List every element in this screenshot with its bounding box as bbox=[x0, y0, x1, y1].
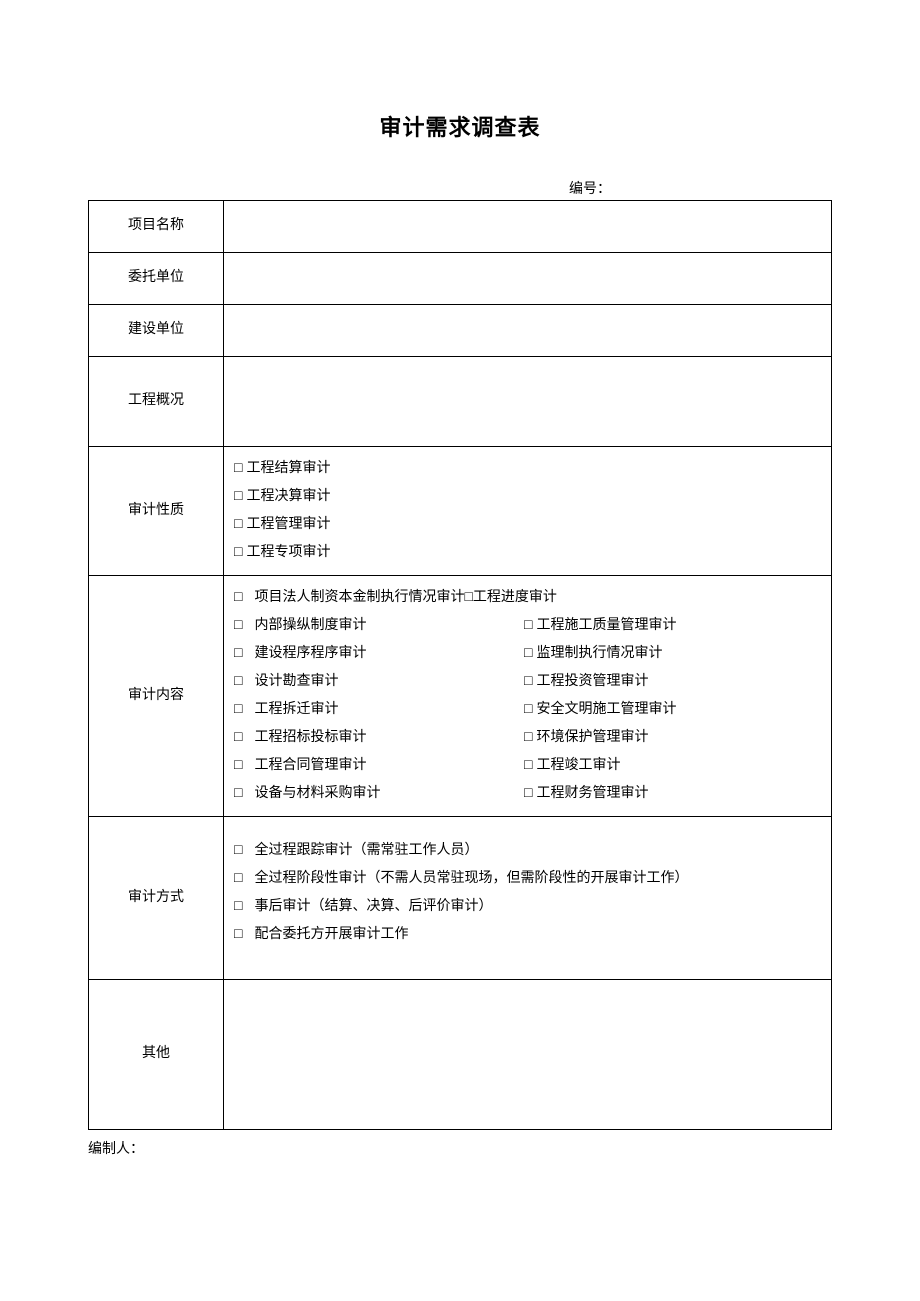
checkbox-icon bbox=[234, 899, 254, 914]
checkbox-icon bbox=[234, 758, 254, 773]
checkbox-label: 环境保护管理审计 bbox=[536, 730, 648, 745]
checkbox-item[interactable]: 设备与材料采购审计 bbox=[234, 780, 524, 808]
checkbox-icon bbox=[234, 702, 254, 717]
checkbox-label: 内部操纵制度审计 bbox=[254, 618, 366, 633]
checkbox-item[interactable]: 工程拆迁审计 bbox=[234, 696, 524, 724]
checkbox-item[interactable]: 全过程阶段性审计（不需人员常驻现场，但需阶段性的开展审计工作） bbox=[234, 865, 821, 893]
checkbox-item[interactable]: 工程招标投标审计 bbox=[234, 724, 524, 752]
checkbox-label: 工程投资管理审计 bbox=[536, 674, 648, 689]
checkbox-icon bbox=[524, 618, 536, 633]
value-project-overview[interactable] bbox=[224, 357, 832, 447]
checkbox-icon bbox=[234, 618, 254, 633]
checkbox-label: 工程竣工审计 bbox=[536, 758, 620, 773]
checkbox-label: 工程结算审计 bbox=[246, 461, 330, 476]
table-row: 建设单位 bbox=[89, 305, 832, 357]
table-row: 审计内容 项目法人制资本金制执行情况审计□工程进度审计 内部操纵制度审计 建设程… bbox=[89, 576, 832, 817]
checkbox-item[interactable]: 内部操纵制度审计 bbox=[234, 612, 524, 640]
footer-compiler: 编制人： bbox=[88, 1138, 832, 1158]
checkbox-icon bbox=[524, 758, 536, 773]
value-construction-unit[interactable] bbox=[224, 305, 832, 357]
checkbox-item[interactable]: 安全文明施工管理审计 bbox=[524, 696, 821, 724]
checkbox-item[interactable]: 工程专项审计 bbox=[234, 539, 821, 567]
label-audit-content: 审计内容 bbox=[89, 576, 224, 817]
value-audit-nature: 工程结算审计 工程决算审计 工程管理审计 工程专项审计 bbox=[224, 447, 832, 576]
checkbox-icon bbox=[234, 730, 254, 745]
checkbox-icon bbox=[234, 545, 246, 560]
value-audit-method: 全过程跟踪审计（需常驻工作人员） 全过程阶段性审计（不需人员常驻现场，但需阶段性… bbox=[224, 817, 832, 980]
value-audit-content: 项目法人制资本金制执行情况审计□工程进度审计 内部操纵制度审计 建设程序程序审计… bbox=[224, 576, 832, 817]
checkbox-icon bbox=[524, 730, 536, 745]
checkbox-item[interactable]: 事后审计（结算、决算、后评价审计） bbox=[234, 893, 821, 921]
checkbox-item[interactable]: 配合委托方开展审计工作 bbox=[234, 921, 821, 949]
checkbox-icon bbox=[234, 590, 254, 605]
checkbox-item[interactable]: 全过程跟踪审计（需常驻工作人员） bbox=[234, 837, 821, 865]
checkbox-item[interactable]: 工程管理审计 bbox=[234, 511, 821, 539]
checkbox-label: 设备与材料采购审计 bbox=[254, 786, 380, 801]
table-row: 审计方式 全过程跟踪审计（需常驻工作人员） 全过程阶段性审计（不需人员常驻现场，… bbox=[89, 817, 832, 980]
checkbox-icon bbox=[524, 674, 536, 689]
checkbox-icon bbox=[234, 871, 254, 886]
label-construction-unit: 建设单位 bbox=[89, 305, 224, 357]
serial-label: 编号： bbox=[88, 178, 832, 198]
label-audit-nature: 审计性质 bbox=[89, 447, 224, 576]
checkbox-icon bbox=[524, 786, 536, 801]
checkbox-label: 监理制执行情况审计 bbox=[536, 646, 662, 661]
checkbox-icon bbox=[234, 786, 254, 801]
checkbox-label: 工程管理审计 bbox=[246, 517, 330, 532]
label-project-overview: 工程概况 bbox=[89, 357, 224, 447]
checkbox-item[interactable]: 项目法人制资本金制执行情况审计□工程进度审计 bbox=[234, 584, 821, 612]
label-project-name: 项目名称 bbox=[89, 201, 224, 253]
checkbox-icon bbox=[234, 843, 254, 858]
checkbox-label: 安全文明施工管理审计 bbox=[536, 702, 676, 717]
checkbox-label: 建设程序程序审计 bbox=[254, 646, 366, 661]
checkbox-label: 工程专项审计 bbox=[246, 545, 330, 560]
checkbox-item[interactable]: 工程投资管理审计 bbox=[524, 668, 821, 696]
checkbox-label: 全过程跟踪审计（需常驻工作人员） bbox=[254, 843, 478, 858]
checkbox-label: 项目法人制资本金制执行情况审计□工程进度审计 bbox=[254, 590, 556, 605]
table-row: 委托单位 bbox=[89, 253, 832, 305]
checkbox-icon bbox=[234, 517, 246, 532]
checkbox-icon bbox=[524, 646, 536, 661]
checkbox-icon bbox=[234, 646, 254, 661]
checkbox-label: 配合委托方开展审计工作 bbox=[254, 927, 408, 942]
table-row: 项目名称 bbox=[89, 201, 832, 253]
checkbox-label: 工程合同管理审计 bbox=[254, 758, 366, 773]
checkbox-item[interactable]: 工程结算审计 bbox=[234, 455, 821, 483]
value-project-name[interactable] bbox=[224, 201, 832, 253]
checkbox-label: 工程施工质量管理审计 bbox=[536, 618, 676, 633]
checkbox-icon bbox=[234, 674, 254, 689]
value-other[interactable] bbox=[224, 980, 832, 1130]
checkbox-label: 工程财务管理审计 bbox=[536, 786, 648, 801]
checkbox-item[interactable]: 工程合同管理审计 bbox=[234, 752, 524, 780]
table-row: 其他 bbox=[89, 980, 832, 1130]
checkbox-label: 全过程阶段性审计（不需人员常驻现场，但需阶段性的开展审计工作） bbox=[254, 871, 688, 886]
checkbox-icon bbox=[234, 489, 246, 504]
table-row: 工程概况 bbox=[89, 357, 832, 447]
checkbox-label: 工程拆迁审计 bbox=[254, 702, 338, 717]
page-title: 审计需求调查表 bbox=[88, 110, 832, 142]
survey-table: 项目名称 委托单位 建设单位 工程概况 审计性质 工程结算审计 工程决算审计 工… bbox=[88, 200, 832, 1130]
checkbox-item[interactable]: 工程施工质量管理审计 bbox=[524, 612, 821, 640]
checkbox-item[interactable]: 工程决算审计 bbox=[234, 483, 821, 511]
checkbox-icon bbox=[234, 461, 246, 476]
checkbox-label: 工程招标投标审计 bbox=[254, 730, 366, 745]
checkbox-item[interactable]: 监理制执行情况审计 bbox=[524, 640, 821, 668]
table-row: 审计性质 工程结算审计 工程决算审计 工程管理审计 工程专项审计 bbox=[89, 447, 832, 576]
checkbox-icon bbox=[234, 927, 254, 942]
checkbox-item[interactable]: 工程财务管理审计 bbox=[524, 780, 821, 808]
checkbox-icon bbox=[524, 702, 536, 717]
checkbox-item[interactable]: 工程竣工审计 bbox=[524, 752, 821, 780]
label-audit-method: 审计方式 bbox=[89, 817, 224, 980]
checkbox-item[interactable]: 环境保护管理审计 bbox=[524, 724, 821, 752]
checkbox-label: 设计勘查审计 bbox=[254, 674, 338, 689]
checkbox-label: 事后审计（结算、决算、后评价审计） bbox=[254, 899, 492, 914]
value-client-unit[interactable] bbox=[224, 253, 832, 305]
checkbox-label: 工程决算审计 bbox=[246, 489, 330, 504]
label-other: 其他 bbox=[89, 980, 224, 1130]
label-client-unit: 委托单位 bbox=[89, 253, 224, 305]
checkbox-item[interactable]: 建设程序程序审计 bbox=[234, 640, 524, 668]
checkbox-item[interactable]: 设计勘查审计 bbox=[234, 668, 524, 696]
